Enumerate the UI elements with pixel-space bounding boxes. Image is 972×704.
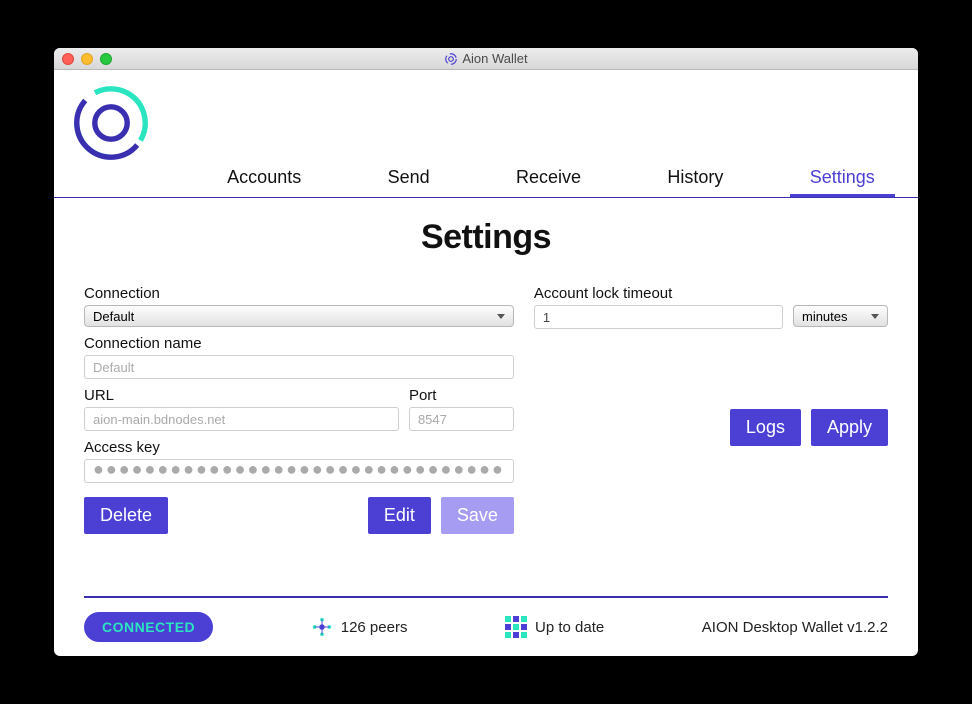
timeout-column: Account lock timeout minutes Logs Apply (534, 277, 888, 534)
titlebar: Aion Wallet (54, 48, 918, 70)
timeout-label: Account lock timeout (534, 285, 888, 302)
logs-button[interactable]: Logs (730, 409, 801, 446)
maximize-icon[interactable] (100, 53, 112, 65)
chevron-down-icon (871, 314, 879, 319)
port-input[interactable] (409, 407, 514, 431)
sync-status: Up to date (505, 616, 604, 638)
nav-tabs: Accounts Send Receive History Settings (54, 159, 918, 198)
version-text: AION Desktop Wallet v1.2.2 (702, 619, 888, 636)
status-badge: CONNECTED (84, 612, 213, 642)
logo-icon (66, 78, 156, 168)
connection-select-value: Default (93, 309, 134, 324)
tab-settings[interactable]: Settings (790, 159, 895, 197)
access-key-label: Access key (84, 439, 514, 456)
connection-name-label: Connection name (84, 335, 514, 352)
url-label: URL (84, 387, 399, 404)
sync-text: Up to date (535, 619, 604, 636)
port-label: Port (409, 387, 514, 404)
window-title: Aion Wallet (54, 51, 918, 66)
apply-button[interactable]: Apply (811, 409, 888, 446)
connection-label: Connection (84, 285, 514, 302)
header: Accounts Send Receive History Settings (54, 70, 918, 198)
network-icon (311, 616, 333, 638)
window-title-text: Aion Wallet (462, 51, 527, 66)
timeout-unit-select[interactable]: minutes (793, 305, 888, 327)
tab-receive[interactable]: Receive (496, 159, 601, 197)
url-input[interactable] (84, 407, 399, 431)
footer: CONNECTED 126 peers Up to date (84, 596, 888, 656)
tab-send[interactable]: Send (368, 159, 450, 197)
page-title: Settings (84, 218, 888, 257)
connection-name-input[interactable] (84, 355, 514, 379)
tab-accounts[interactable]: Accounts (207, 159, 321, 197)
minimize-icon[interactable] (81, 53, 93, 65)
window-controls (54, 53, 112, 65)
access-key-input[interactable]: ●●●●●●●●●●●●●●●●●●●●●●●●●●●●●●●● (84, 459, 514, 483)
peers-status: 126 peers (311, 616, 408, 638)
connection-select[interactable]: Default (84, 305, 514, 327)
tab-history[interactable]: History (647, 159, 743, 197)
save-button[interactable]: Save (441, 497, 514, 534)
chevron-down-icon (497, 314, 505, 319)
content: Settings Connection Default Connection n… (54, 198, 918, 596)
app-icon (444, 52, 458, 66)
peers-text: 126 peers (341, 619, 408, 636)
close-icon[interactable] (62, 53, 74, 65)
app-window: Aion Wallet Accounts Send Receive Histor… (54, 48, 918, 656)
delete-button[interactable]: Delete (84, 497, 168, 534)
grid-icon (505, 616, 527, 638)
timeout-unit-value: minutes (802, 309, 848, 324)
edit-button[interactable]: Edit (368, 497, 431, 534)
timeout-input[interactable] (534, 305, 783, 329)
connection-column: Connection Default Connection name URL P… (84, 277, 514, 534)
